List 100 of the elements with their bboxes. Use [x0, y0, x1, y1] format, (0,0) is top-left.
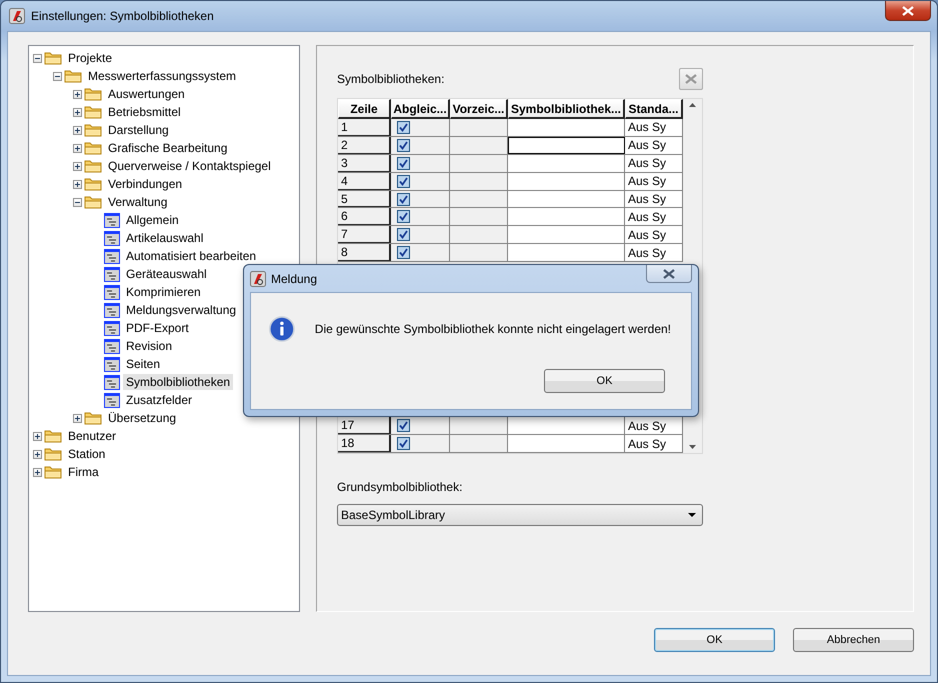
table-cell: Aus Sy [625, 190, 683, 208]
tree-item[interactable]: Auswertungen [105, 86, 188, 102]
folder-icon [84, 123, 102, 137]
checkbox[interactable] [397, 192, 410, 206]
window-title: Einstellungen: Symbolbibliotheken [31, 9, 214, 23]
table-cell: Aus Sy [625, 417, 683, 434]
scroll-down-icon[interactable] [689, 445, 696, 449]
expander-icon[interactable] [33, 432, 42, 440]
tree-item[interactable]: Zusatzfelder [123, 392, 196, 408]
field-label: Grundsymbolbibliothek: [337, 480, 464, 494]
table-cell: Aus Sy [625, 154, 683, 172]
tree-item[interactable]: PDF-Export [123, 320, 192, 336]
settings-page-icon [104, 212, 120, 228]
folder-icon [84, 105, 102, 119]
column-header[interactable]: Vorzeic... [450, 99, 508, 119]
tree-item[interactable]: Automatisiert bearbeiten [123, 248, 260, 264]
tree-item[interactable]: Meldungsverwaltung [123, 302, 240, 318]
folder-icon [84, 177, 102, 191]
table-cell: Aus Sy [625, 119, 683, 136]
row-number: 5 [338, 190, 391, 208]
dialog-button[interactable]: Abbrechen [793, 628, 914, 652]
folder-icon [84, 87, 102, 101]
dialog-title: Meldung [271, 272, 318, 286]
tree-item[interactable]: Seiten [123, 356, 164, 372]
settings-page-icon [104, 356, 120, 372]
tree-item[interactable]: Allgemein [123, 212, 182, 228]
tree-item[interactable]: Station [65, 446, 108, 462]
row-number: 6 [338, 208, 391, 226]
folder-icon [44, 465, 62, 479]
expander-icon[interactable] [73, 144, 82, 152]
tree-item[interactable]: Betriebsmittel [105, 104, 184, 120]
delete-button[interactable] [679, 68, 703, 90]
column-header[interactable]: Abgleic... [391, 99, 450, 119]
checkbox[interactable] [397, 174, 410, 188]
settings-page-icon [104, 338, 120, 354]
checkbox[interactable] [397, 246, 410, 260]
close-icon [902, 6, 914, 16]
app-icon [9, 8, 25, 24]
column-header[interactable]: Symbolbibliothek... [508, 99, 625, 119]
row-number: 8 [338, 244, 391, 262]
checkbox[interactable] [397, 156, 410, 170]
library-cell[interactable] [508, 136, 625, 154]
close-button[interactable] [885, 1, 931, 21]
folder-icon [64, 69, 82, 83]
scroll-up-icon[interactable] [689, 103, 696, 107]
tree-item[interactable]: Symbolbibliotheken [123, 374, 234, 390]
ok-button[interactable]: OK [544, 369, 665, 393]
info-icon [269, 313, 295, 345]
checkbox[interactable] [397, 120, 410, 134]
column-header[interactable]: Standa... [625, 99, 683, 119]
expander-icon[interactable] [73, 126, 82, 134]
column-header[interactable]: Zeile [338, 99, 391, 119]
table-cell: Aus Sy [625, 208, 683, 226]
tree-item[interactable]: Projekte [65, 50, 116, 66]
folder-icon [84, 141, 102, 155]
tree-item[interactable]: Geräteauswahl [123, 266, 210, 282]
dropdown-arrow-icon [688, 513, 696, 517]
expander-icon[interactable] [33, 54, 42, 62]
expander-icon[interactable] [73, 180, 82, 188]
checkbox[interactable] [397, 419, 410, 432]
expander-icon[interactable] [73, 198, 82, 206]
expander-icon[interactable] [53, 72, 62, 80]
settings-page-icon [104, 230, 120, 246]
message-text: Die gewünschte Symbolbibliothek konnte nicht eingelagert werden! [314, 322, 671, 336]
checkbox[interactable] [397, 138, 410, 152]
expander-icon[interactable] [33, 468, 42, 476]
row-number: 3 [338, 154, 391, 172]
expander-icon[interactable] [73, 414, 82, 422]
settings-page-icon [104, 374, 120, 390]
dialog-button[interactable]: OK [654, 628, 775, 652]
checkbox[interactable] [397, 437, 410, 450]
tree-item[interactable]: Revision [123, 338, 176, 354]
tree-item[interactable]: Artikelauswahl [123, 230, 206, 246]
row-number: 2 [338, 136, 391, 154]
tree-item[interactable]: Firma [65, 464, 102, 480]
settings-page-icon [104, 320, 120, 336]
tree-item[interactable]: Verwaltung [105, 194, 170, 210]
settings-page-icon [104, 284, 120, 300]
expander-icon[interactable] [33, 450, 42, 458]
expander-icon[interactable] [73, 108, 82, 116]
settings-page-icon [104, 302, 120, 318]
table-cell: Aus Sy [625, 172, 683, 190]
checkbox[interactable] [397, 210, 410, 224]
table-cell: Aus Sy [625, 244, 683, 262]
tree-item[interactable]: Komprimieren [123, 284, 204, 300]
expander-icon[interactable] [73, 162, 82, 170]
tree-item[interactable]: Querverweise / Kontaktspiegel [105, 158, 274, 174]
tree-item[interactable]: Übersetzung [105, 410, 180, 426]
library-dropdown[interactable]: BaseSymbolLibrary [337, 504, 703, 526]
folder-icon [44, 51, 62, 65]
tree-item[interactable]: Messwerterfassungssystem [85, 68, 240, 84]
row-number: 4 [338, 172, 391, 190]
tree-item[interactable]: Darstellung [105, 122, 172, 138]
expander-icon[interactable] [73, 90, 82, 98]
tree-item[interactable]: Grafische Bearbeitung [105, 140, 230, 156]
checkbox[interactable] [397, 228, 410, 242]
tree-item[interactable]: Verbindungen [105, 176, 186, 192]
tree-item[interactable]: Benutzer [65, 428, 120, 444]
close-button[interactable] [646, 265, 692, 283]
settings-page-icon [104, 248, 120, 264]
